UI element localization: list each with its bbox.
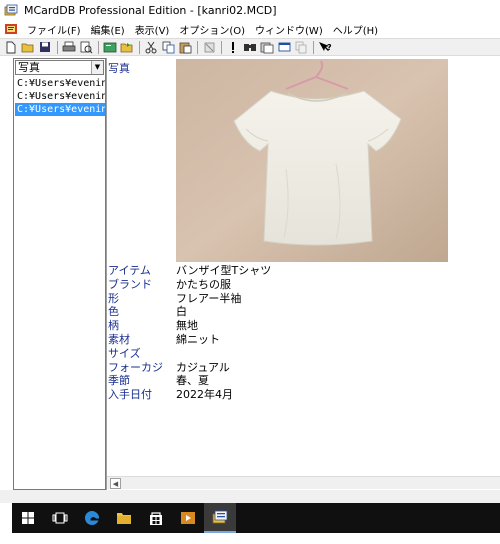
field-row-pattern: 柄 無地 (108, 319, 488, 333)
toolbar: ? (0, 38, 500, 56)
field-label: フォーカジ (108, 360, 163, 374)
field-label: 素材 (108, 332, 130, 346)
field-row-size: サイズ (108, 347, 488, 361)
windows-start-icon[interactable] (12, 503, 44, 533)
field-row-season: 季節 春、夏 (108, 374, 488, 388)
field-row-shape: 形 フレアー半袖 (108, 292, 488, 306)
field-value[interactable]: フレアー半袖 (176, 292, 241, 306)
copy-window-icon[interactable] (293, 40, 309, 55)
field-value[interactable]: 春、夏 (176, 374, 209, 388)
new-file-icon[interactable] (3, 40, 19, 55)
card-icon[interactable] (102, 40, 118, 55)
toolbar-separator (221, 40, 222, 54)
menu-help[interactable]: ヘルプ(H) (328, 22, 383, 37)
screen-bottom-edge (0, 533, 500, 544)
record-fields: アイテム バンザイ型Tシャツ ブランド かたちの服 形 フレアー半袖 色 白 柄… (108, 264, 488, 402)
field-row-material: 素材 綿ニット (108, 333, 488, 347)
info-icon[interactable] (225, 40, 241, 55)
field-label: 柄 (108, 319, 119, 333)
sort-icon[interactable] (259, 40, 275, 55)
delete-icon[interactable] (201, 40, 217, 55)
combo-value: 写真 (18, 61, 40, 74)
scroll-left-icon[interactable]: ◀ (110, 478, 121, 489)
field-select-combo[interactable]: 写真 ▼ (15, 60, 104, 75)
edge-browser-icon[interactable] (76, 503, 108, 533)
file-list: C:¥Users¥evening C:¥Users¥evening C:¥Use… (15, 77, 105, 116)
menu-edit[interactable]: 編集(E) (86, 22, 130, 37)
record-photo (176, 59, 448, 262)
chevron-down-icon[interactable]: ▼ (91, 61, 103, 74)
toolbar-separator (139, 40, 140, 54)
toolbar-separator (197, 40, 198, 54)
file-list-item[interactable]: C:¥Users¥evening (15, 90, 105, 103)
field-value[interactable]: カジュアル (176, 361, 230, 375)
field-label: ブランド (108, 277, 152, 291)
field-label: 形 (108, 291, 119, 305)
file-list-item[interactable]: C:¥Users¥evening (15, 77, 105, 90)
field-value[interactable]: 2022年4月 (176, 388, 233, 402)
media-player-icon[interactable] (172, 503, 204, 533)
field-label: 入手日付 (108, 388, 152, 402)
menu-file[interactable]: ファイル(F) (22, 22, 86, 37)
file-explorer-icon[interactable] (108, 503, 140, 533)
copy-icon[interactable] (160, 40, 176, 55)
horizontal-scrollbar[interactable]: ◀ (107, 476, 500, 489)
export-icon[interactable] (119, 40, 135, 55)
print-preview-icon[interactable] (78, 40, 94, 55)
title-bar: MCardDB Professional Edition - [kanri02.… (0, 0, 500, 20)
field-value[interactable]: 無地 (176, 319, 198, 333)
file-list-item-selected[interactable]: C:¥Users¥evening (15, 103, 105, 116)
field-label: サイズ (108, 346, 141, 360)
window-icon[interactable] (276, 40, 292, 55)
toolbar-separator (98, 40, 99, 54)
document-menu-icon[interactable] (4, 22, 18, 36)
field-value[interactable]: 白 (176, 305, 187, 319)
menu-bar: ファイル(F) 編集(E) 表示(V) オプション(O) ウィンドウ(W) ヘル… (0, 20, 500, 38)
field-row-color: 色 白 (108, 305, 488, 319)
field-row-brand: ブランド かたちの服 (108, 278, 488, 292)
field-value[interactable]: 綿ニット (176, 333, 220, 347)
toolbar-separator (313, 40, 314, 54)
menu-window[interactable]: ウィンドウ(W) (250, 22, 328, 37)
task-view-icon[interactable] (44, 503, 76, 533)
field-value[interactable]: かたちの服 (176, 278, 231, 292)
field-value[interactable]: バンザイ型Tシャツ (176, 264, 271, 278)
mcarddb-logo-icon (4, 3, 18, 17)
field-label: アイテム (108, 264, 151, 277)
mcarddb-app-icon[interactable] (204, 503, 236, 533)
field-row-acquired: 入手日付 2022年4月 (108, 388, 488, 402)
print-icon[interactable] (61, 40, 77, 55)
cut-icon[interactable] (143, 40, 159, 55)
menu-view[interactable]: 表示(V) (130, 22, 175, 37)
open-folder-icon[interactable] (20, 40, 36, 55)
record-view: 写真 アイテム バンザイ型Tシャツ ブランド かたちの服 形 フレアー半袖 色 … (107, 58, 500, 490)
file-panel: 写真 ▼ C:¥Users¥evening C:¥Users¥evening C… (13, 58, 106, 490)
paste-icon[interactable] (177, 40, 193, 55)
save-icon[interactable] (37, 40, 53, 55)
status-bar (0, 490, 500, 503)
svg-text:?: ? (327, 43, 332, 52)
menu-options[interactable]: オプション(O) (174, 22, 250, 37)
search-icon[interactable] (242, 40, 258, 55)
field-label: 色 (108, 305, 119, 319)
store-icon[interactable] (140, 503, 172, 533)
toolbar-separator (57, 40, 58, 54)
field-row-item: アイテム バンザイ型Tシャツ (108, 264, 488, 278)
photo-label: 写真 (108, 62, 130, 75)
taskbar (12, 503, 500, 533)
field-label: 季節 (108, 374, 130, 388)
field-row-formality: フォーカジ カジュアル (108, 361, 488, 375)
help-icon[interactable]: ? (317, 40, 333, 55)
window-title: MCardDB Professional Edition - [kanri02.… (24, 3, 277, 17)
